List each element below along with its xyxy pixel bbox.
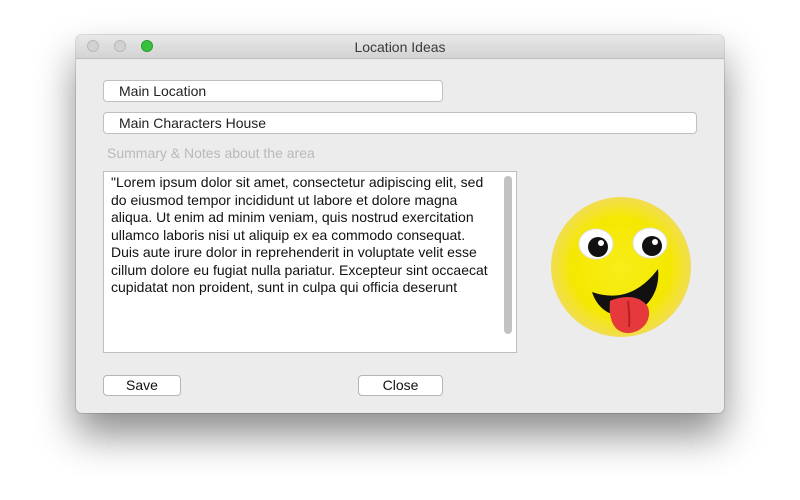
save-button[interactable]: Save (103, 375, 181, 396)
notes-scrollbar[interactable] (504, 176, 512, 334)
location-ideas-window: Location Ideas Summary & Notes about the… (76, 35, 724, 413)
emoji-right-pupil (642, 236, 662, 256)
tongue-out-emoji-icon (551, 197, 691, 337)
notes-label: Summary & Notes about the area (107, 145, 315, 161)
close-button[interactable]: Close (358, 375, 443, 396)
main-characters-house-field[interactable] (103, 112, 697, 134)
notes-textarea[interactable]: "Lorem ipsum dolor sit amet, consectetur… (103, 171, 517, 353)
notes-text: "Lorem ipsum dolor sit amet, consectetur… (111, 174, 488, 295)
main-location-field[interactable] (103, 80, 443, 102)
window-title: Location Ideas (354, 39, 446, 55)
emoji-left-pupil (588, 237, 608, 257)
title-bar[interactable]: Location Ideas (76, 35, 724, 59)
